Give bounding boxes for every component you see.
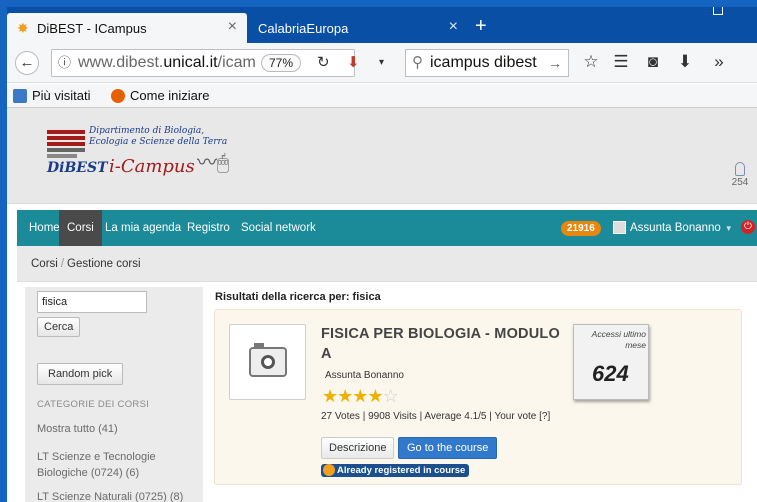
url-prefix: www.dibest. (78, 54, 164, 71)
random-pick-button[interactable]: Random pick (37, 363, 124, 385)
menu-agenda[interactable]: La mia agenda (97, 210, 189, 246)
new-tab-button[interactable]: + (475, 16, 487, 36)
window-restore-icon[interactable] (713, 7, 723, 15)
dibest-logo[interactable]: Dipartimento di Biologia, Ecologia e Sci… (47, 120, 267, 190)
user-name: Assunta Bonanno (630, 222, 721, 234)
cerca-button[interactable]: Cerca (37, 317, 81, 337)
rating-stars[interactable]: ★★★★☆ (322, 386, 399, 406)
course-search-input[interactable]: fisica (37, 291, 147, 313)
course-title[interactable]: FISICA PER BIOLOGIA - MODULO A (321, 324, 561, 364)
site-header: Dipartimento di Biologia, Ecologia e Sci… (7, 108, 757, 204)
go-to-course-button[interactable]: Go to the course (398, 437, 498, 459)
category-show-all[interactable]: Mostra tutto (41) (37, 421, 197, 437)
pocket-icon[interactable]: ◙ (643, 52, 663, 72)
bookmark-getting-started[interactable]: Come iniziare (111, 88, 209, 103)
breadcrumb: Corsi / Gestione corsi (17, 246, 757, 282)
star-icon[interactable]: ★ (367, 386, 383, 406)
registered-badge: Already registered in course (321, 464, 470, 477)
chevron-down-icon: ▼ (724, 224, 733, 233)
download-arrow-icon[interactable]: ⬇ (347, 52, 360, 74)
logo-department-text: Dipartimento di Biologia, Ecologia e Sci… (89, 126, 228, 147)
course-author: Assunta Bonanno (325, 370, 404, 381)
url-domain: unical.it (163, 54, 218, 71)
descrizione-button[interactable]: Descrizione (321, 437, 395, 459)
tab-title: CalabriaEuropa (258, 20, 349, 36)
logo-icampus: i-Campus (109, 156, 195, 177)
search-icon: ⚲ (412, 54, 423, 71)
dropdown-caret-icon[interactable]: ▾ (379, 52, 384, 74)
url-bar[interactable]: ⓘ www.dibest.unical.it/icam (51, 49, 355, 77)
bookmark-label: Come iniziare (130, 88, 210, 103)
star-icon[interactable]: ★ (337, 386, 353, 406)
back-button[interactable]: ← (15, 51, 39, 75)
access-label: Accessi ultimo mese (591, 329, 646, 350)
bookmark-label: Più visitati (32, 88, 91, 103)
bookmark-most-visited[interactable]: Più visitati (13, 88, 91, 103)
notification-badge[interactable]: 21916 (561, 221, 601, 236)
dibest-favicon-icon: ✸ (17, 20, 29, 36)
logo-dibest: DiBEST (47, 160, 108, 176)
menu-corsi[interactable]: Corsi (59, 210, 102, 246)
downloads-icon[interactable]: ⬇ (675, 52, 695, 72)
course-thumbnail[interactable] (229, 324, 306, 400)
close-tab-icon[interactable]: × (449, 18, 458, 36)
sidebar: fisica Cerca Random pick CATEGORIE DEI C… (25, 287, 203, 502)
tab-title: DiBEST - ICampus (37, 20, 147, 36)
category-lt-biologiche[interactable]: LT Scienze e Tecnologie Biologiche (0724… (37, 449, 197, 481)
bookmarks-bar: Più visitati Come iniziare (7, 84, 757, 108)
browser-window: ✸ DiBEST - ICampus × CalabriaEuropa × + … (7, 7, 757, 502)
mouse-icon: 〰🖱 (197, 152, 229, 174)
tab-strip: ✸ DiBEST - ICampus × CalabriaEuropa × + (7, 7, 757, 43)
search-value: icampus dibest (430, 54, 537, 71)
online-users[interactable]: 254 (729, 162, 751, 188)
categories-heading: CATEGORIE DEI CORSI (37, 399, 150, 410)
close-tab-icon[interactable]: × (228, 18, 237, 36)
avatar (613, 221, 626, 235)
user-registered-icon (323, 464, 335, 476)
access-count: 624 (592, 361, 629, 386)
most-visited-icon (13, 88, 27, 103)
bookmark-star-icon[interactable]: ☆ (581, 52, 601, 72)
reload-icon[interactable]: ↻ (317, 52, 330, 74)
star-empty-icon[interactable]: ☆ (383, 386, 399, 406)
user-icon (735, 162, 745, 176)
monthly-access-box: Accessi ultimo mese 624 (573, 324, 649, 400)
overflow-menu-icon[interactable]: » (709, 52, 729, 72)
search-go-icon[interactable]: → (548, 50, 562, 76)
reader-list-icon[interactable]: ☰ (611, 52, 631, 72)
menu-social-network[interactable]: Social network (233, 210, 324, 246)
url-suffix: /icam (217, 54, 256, 71)
tab-dibest[interactable]: ✸ DiBEST - ICampus × (7, 13, 247, 43)
results-heading: Risultati della ricerca per: fisica (215, 291, 381, 303)
votes-visits-line: 27 Votes | 9908 Visits | Average 4.1/5 |… (321, 411, 551, 422)
navigation-toolbar: ← ⓘ www.dibest.unical.it/icam 77% ↻ ⬇ ▾ … (7, 43, 757, 83)
zoom-indicator[interactable]: 77% (261, 54, 301, 72)
user-menu[interactable]: Assunta Bonanno ▼ (613, 210, 733, 246)
online-count: 254 (731, 177, 749, 188)
menu-registro[interactable]: Registro (179, 210, 238, 246)
main-menu: Home Corsi La mia agenda Registro Social… (17, 210, 757, 246)
breadcrumb-gestione-corsi: Gestione corsi (67, 258, 141, 270)
breadcrumb-corsi[interactable]: Corsi (31, 258, 58, 270)
camera-icon (249, 343, 287, 377)
firefox-icon (111, 88, 125, 103)
search-input[interactable]: ⚲ icampus dibest → (405, 49, 569, 77)
star-icon[interactable]: ★ (322, 386, 338, 406)
star-icon[interactable]: ★ (352, 386, 368, 406)
logout-power-icon[interactable]: ⏻ (741, 220, 755, 234)
course-card: FISICA PER BIOLOGIA - MODULO A Assunta B… (214, 309, 742, 485)
category-lt-naturali[interactable]: LT Scienze Naturali (0725) (8) (37, 489, 197, 502)
site-info-icon[interactable]: ⓘ (58, 50, 71, 76)
tab-calabriaeuropa[interactable]: CalabriaEuropa × (248, 13, 468, 43)
